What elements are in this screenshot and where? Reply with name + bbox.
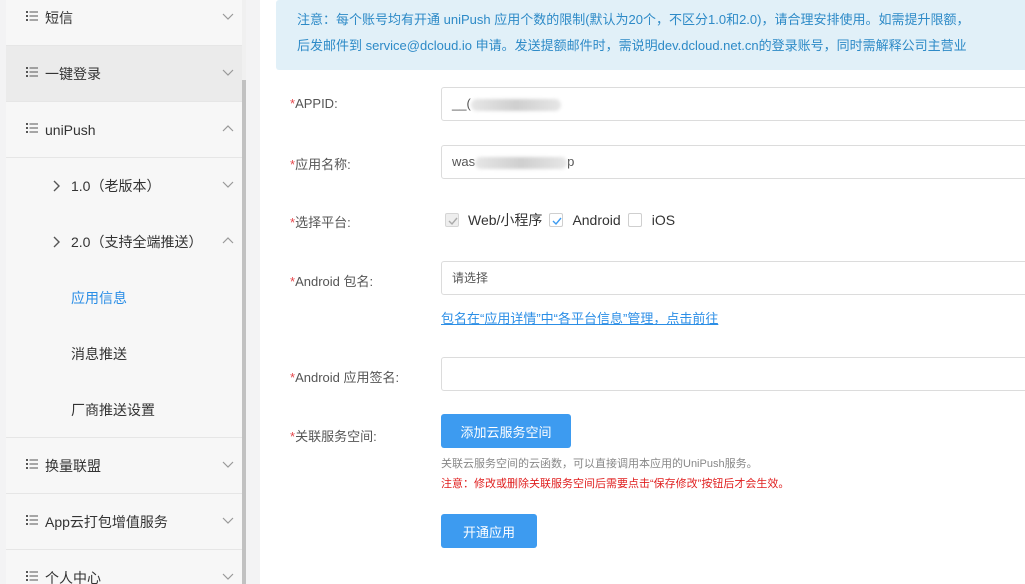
sidebar-item-unipush-v2[interactable]: 2.0（支持全端推送） xyxy=(6,214,242,270)
platform-checkbox-group: Web/小程序 Android iOS xyxy=(445,210,682,230)
activate-app-button[interactable]: 开通应用 xyxy=(441,514,537,548)
sidebar-item-label: 换量联盟 xyxy=(45,458,101,474)
app-name-value-suffix: p xyxy=(567,154,575,169)
sidebar-item-personal-center[interactable]: 个人中心 xyxy=(6,550,242,584)
chevron-down-icon xyxy=(222,461,234,468)
sidebar-item-unipush-v1[interactable]: 1.0（老版本） xyxy=(6,158,242,214)
main-content: 注意：每个账号均有开通 uniPush 应用个数的限制(默认为20个，不区分1.… xyxy=(260,0,1025,584)
service-space-label: *关联服务空间: xyxy=(290,426,377,445)
chevron-down-icon xyxy=(222,181,234,188)
sidebar-item-traffic-alliance[interactable]: 换量联盟 xyxy=(6,438,242,494)
scrollbar-thumb[interactable] xyxy=(242,80,246,584)
app-name-label: *应用名称: xyxy=(290,154,351,173)
chevron-right-icon xyxy=(53,236,60,248)
list-icon xyxy=(26,515,38,525)
sidebar-item-label: 短信 xyxy=(45,10,73,26)
checkbox-label: Android xyxy=(572,212,621,228)
checkbox-label: iOS xyxy=(651,212,676,228)
appid-value: __( xyxy=(452,96,471,111)
sidebar-item-vendor-push-settings[interactable]: 厂商推送设置 xyxy=(6,382,242,438)
sidebar-item-unipush[interactable]: uniPush xyxy=(6,102,242,158)
checkmark-icon xyxy=(448,217,458,226)
android-sign-field[interactable] xyxy=(441,357,1025,391)
android-package-select[interactable]: 请选择 xyxy=(441,261,1025,295)
list-icon xyxy=(26,67,38,77)
notice-line: 后发邮件到 service@dcloud.io 申请。发送提额邮件时，需说明de… xyxy=(297,38,967,53)
platform-label: *选择平台: xyxy=(290,212,351,231)
android-package-label-text: Android 包名: xyxy=(295,274,374,289)
android-sign-label: *Android 应用签名: xyxy=(290,367,399,386)
sidebar-item-label: 应用信息 xyxy=(71,290,127,306)
sidebar-item-one-click-login[interactable]: 一键登录 xyxy=(6,46,242,102)
button-label: 开通应用 xyxy=(462,524,515,540)
chevron-up-icon xyxy=(222,237,234,244)
add-cloud-space-button[interactable]: 添加云服务空间 xyxy=(441,414,571,448)
appid-field[interactable]: __( xyxy=(441,87,1025,121)
sidebar-item-label: App云打包增值服务 xyxy=(45,514,168,530)
sidebar-item-label: 2.0（支持全端推送） xyxy=(71,234,203,250)
redacted-value xyxy=(470,98,561,111)
package-manage-link[interactable]: 包名在“应用详情”中“各平台信息”管理，点击前往 xyxy=(441,308,718,327)
checkbox-label: Web/小程序 xyxy=(468,212,543,228)
service-space-warning: 注意：修改或删除关联服务空间后需要点击“保存修改”按钮后才会生效。 xyxy=(441,478,790,490)
select-placeholder: 请选择 xyxy=(452,271,489,285)
redacted-value xyxy=(475,156,568,169)
list-icon xyxy=(26,571,38,581)
sidebar-item-label: uniPush xyxy=(45,122,96,138)
chevron-down-icon xyxy=(222,13,234,20)
service-space-hint: 关联云服务空间的云函数，可以直接调用本应用的UniPush服务。 xyxy=(441,458,758,470)
sidebar-scrollbar[interactable] xyxy=(242,0,246,584)
ios-checkbox[interactable] xyxy=(627,213,642,227)
list-icon xyxy=(26,123,38,133)
web-miniprogram-checkbox[interactable] xyxy=(445,213,459,227)
appid-label: *APPID: xyxy=(290,96,338,111)
sidebar-item-app-cloud-build[interactable]: App云打包增值服务 xyxy=(6,494,242,550)
chevron-down-icon xyxy=(222,573,234,580)
sidebar-item-sms[interactable]: 短信 xyxy=(6,0,242,46)
android-sign-label-text: Android 应用签名: xyxy=(295,370,400,385)
notice-line: 注意：每个账号均有开通 uniPush 应用个数的限制(默认为20个，不区分1.… xyxy=(297,12,970,27)
android-checkbox[interactable] xyxy=(549,213,564,227)
app-name-field[interactable]: was p xyxy=(441,145,1025,179)
notice-banner: 注意：每个账号均有开通 uniPush 应用个数的限制(默认为20个，不区分1.… xyxy=(276,0,1025,70)
button-label: 添加云服务空间 xyxy=(460,424,552,440)
platform-label-text: 选择平台: xyxy=(295,215,351,230)
app-name-value: was xyxy=(452,154,476,169)
chevron-right-icon xyxy=(53,180,60,192)
sidebar-item-app-info[interactable]: 应用信息 xyxy=(6,270,242,326)
list-icon xyxy=(26,11,38,21)
sidebar-item-message-push[interactable]: 消息推送 xyxy=(6,326,242,382)
chevron-down-icon xyxy=(222,517,234,524)
sidebar-item-label: 消息推送 xyxy=(71,346,127,362)
sidebar-item-label: 厂商推送设置 xyxy=(71,402,155,418)
android-package-label: *Android 包名: xyxy=(290,271,373,290)
chevron-up-icon xyxy=(222,125,234,132)
checkmark-icon xyxy=(552,217,562,226)
sidebar-nav: 短信 一键登录 uniPush 1.0（老版本） 2.0（支持全端推送） 应用信… xyxy=(6,0,242,584)
appid-label-text: APPID: xyxy=(295,96,338,111)
list-icon xyxy=(26,459,38,469)
sidebar-item-label: 1.0（老版本） xyxy=(71,178,161,194)
chevron-down-icon xyxy=(222,69,234,76)
sidebar-item-label: 一键登录 xyxy=(45,66,101,82)
sidebar-item-label: 个人中心 xyxy=(45,570,101,584)
service-space-label-text: 关联服务空间: xyxy=(295,429,377,444)
app-name-label-text: 应用名称: xyxy=(295,157,351,172)
